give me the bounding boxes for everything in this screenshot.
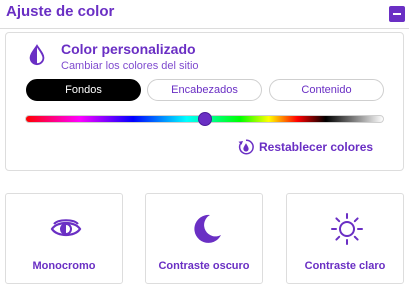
- header-divider: [0, 28, 409, 29]
- eye-icon: [50, 219, 82, 237]
- custom-color-panel: Color personalizado Cambiar los colores …: [5, 32, 404, 171]
- minimize-button[interactable]: [389, 6, 405, 22]
- half-drop-icon: [29, 44, 45, 66]
- tab-encabezados[interactable]: Encabezados: [147, 79, 262, 101]
- moon-icon: [194, 214, 221, 243]
- sun-icon: [331, 213, 363, 245]
- reset-drop-icon: [238, 139, 254, 155]
- light-contrast-label: Contraste claro: [304, 260, 386, 272]
- dark-contrast-label: Contraste oscuro: [158, 260, 250, 272]
- color-adjust-header: Ajuste de color: [0, 0, 409, 28]
- dark-contrast-option[interactable]: Contraste oscuro: [145, 193, 263, 284]
- light-contrast-option[interactable]: Contraste claro: [286, 193, 404, 284]
- color-slider-thumb[interactable]: [197, 112, 212, 126]
- custom-color-title: Color personalizado: [61, 41, 196, 57]
- section-title: Ajuste de color: [6, 3, 115, 20]
- monochrome-option[interactable]: Monocromo: [5, 193, 123, 284]
- custom-color-subtitle: Cambiar los colores del sitio: [61, 60, 199, 72]
- tab-contenido[interactable]: Contenido: [269, 79, 384, 101]
- tab-fondos[interactable]: Fondos: [26, 79, 141, 101]
- monochrome-label: Monocromo: [32, 260, 96, 272]
- reset-colors-label: Restablecer colores: [259, 140, 374, 154]
